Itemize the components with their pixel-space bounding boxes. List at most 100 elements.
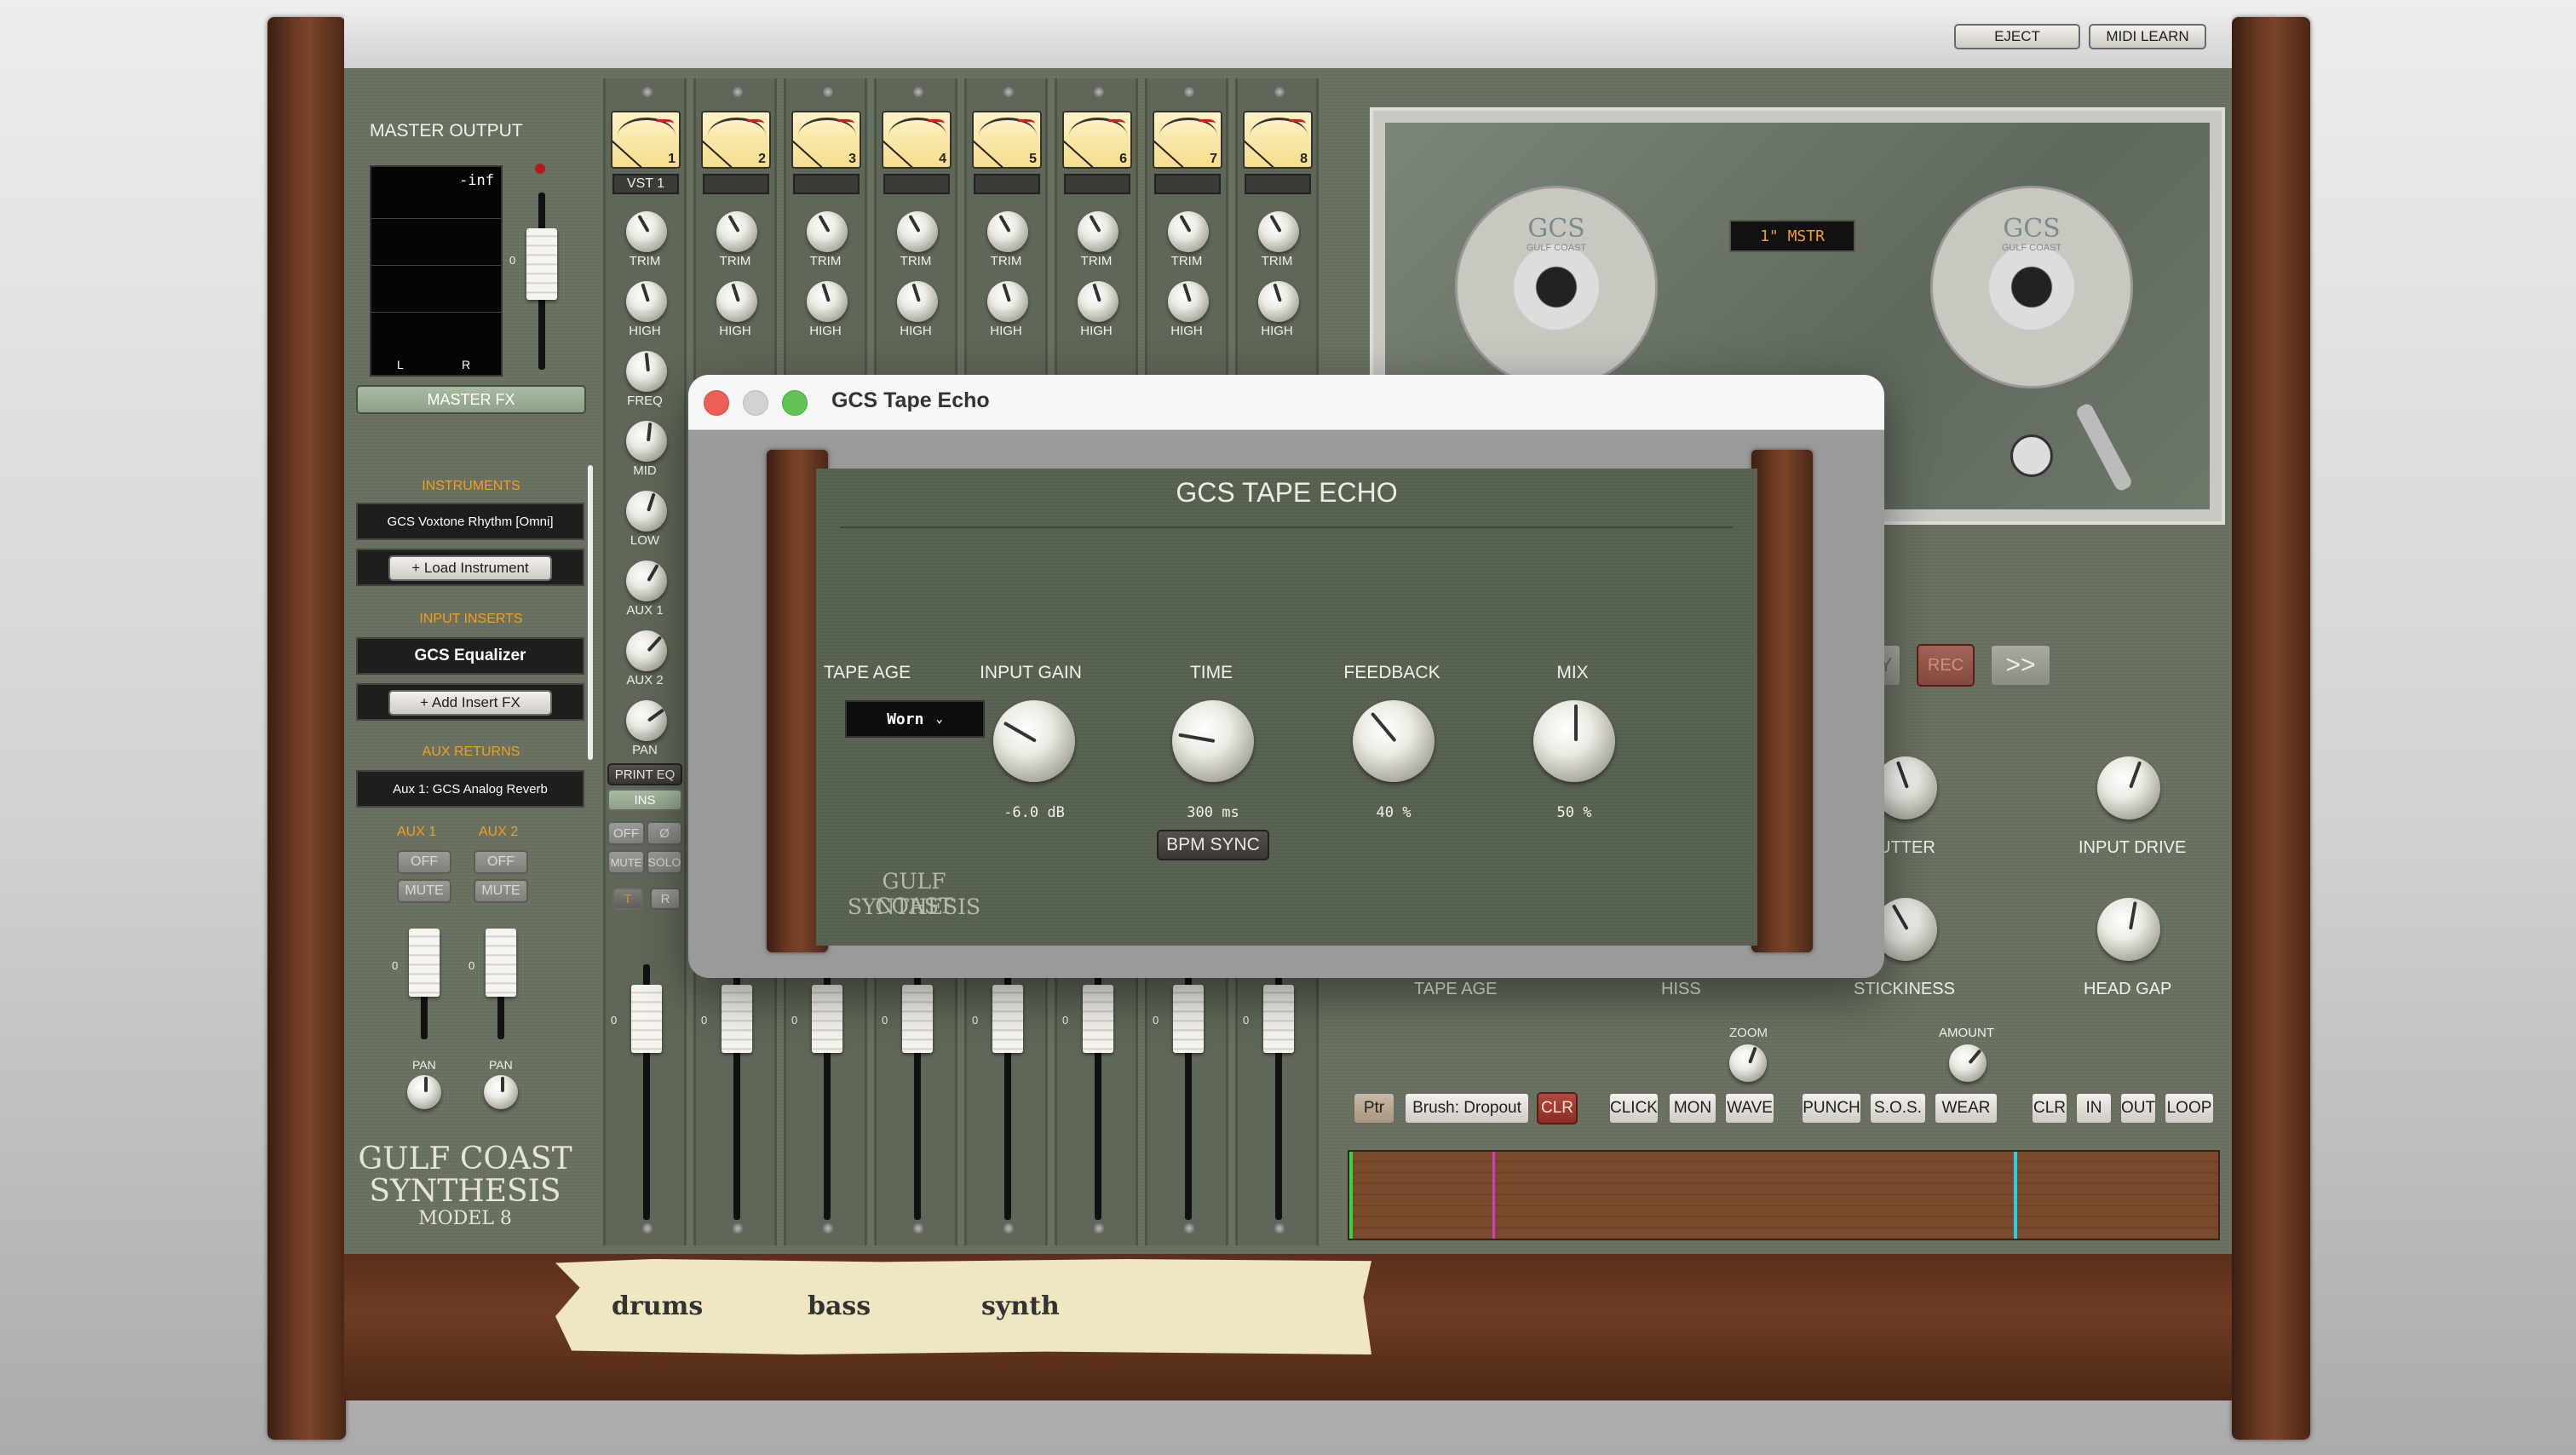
aux2-mute-button[interactable]: MUTE (474, 879, 528, 903)
aux2-knob[interactable] (626, 630, 667, 671)
trim-knob[interactable] (1078, 211, 1118, 252)
channel-name-field[interactable] (703, 174, 769, 194)
bpm-sync-button[interactable]: BPM SYNC (1157, 830, 1269, 860)
solo-button[interactable]: SOLO (647, 850, 682, 874)
amount-knob[interactable] (1949, 1044, 1987, 1082)
aux1-knob[interactable] (626, 561, 667, 601)
channel-fader[interactable] (902, 985, 933, 1053)
load-instrument-button[interactable]: + Load Instrument (388, 555, 552, 581)
channel-name-field[interactable] (1064, 174, 1130, 194)
sos-toggle-button[interactable]: S.O.S. (1869, 1092, 1927, 1124)
tape-age-dropdown[interactable]: Worn ⌄ (845, 700, 985, 738)
high-knob[interactable] (807, 281, 848, 322)
high-knob[interactable] (1078, 281, 1118, 322)
wave-toggle-button[interactable]: WAVE (1724, 1092, 1775, 1124)
pointer-tool-button[interactable]: Ptr (1353, 1092, 1395, 1124)
feedback-knob[interactable] (1353, 700, 1435, 782)
mix-knob[interactable] (1533, 700, 1615, 782)
input-drive-knob[interactable] (2097, 756, 2160, 820)
master-fader[interactable] (526, 228, 557, 300)
midi-learn-button[interactable]: MIDI LEARN (2089, 24, 2206, 49)
high-knob[interactable] (716, 281, 757, 322)
channel-fader[interactable] (1263, 985, 1294, 1053)
mid-knob[interactable] (626, 421, 667, 462)
brush-dropout-tool-button[interactable]: Brush: Dropout (1404, 1092, 1530, 1124)
trim-knob[interactable] (716, 211, 757, 252)
channel-name-field[interactable] (974, 174, 1040, 194)
trim-label: TRIM (1080, 254, 1113, 268)
high-knob[interactable] (626, 281, 667, 322)
insert-slot[interactable]: GCS Equalizer (356, 637, 584, 675)
channel-name-field[interactable]: VST 1 (612, 174, 679, 194)
add-insert-button[interactable]: + Add Insert FX (388, 690, 552, 716)
input-gain-knob[interactable] (993, 700, 1075, 782)
channel-fader[interactable] (631, 985, 662, 1053)
eject-button[interactable]: EJECT (1954, 24, 2080, 49)
trim-knob[interactable] (987, 211, 1028, 252)
high-knob[interactable] (1258, 281, 1299, 322)
clear-loop-button[interactable]: CLR (2031, 1092, 2068, 1124)
aux1-pan-knob[interactable] (407, 1075, 441, 1109)
high-knob[interactable] (897, 281, 938, 322)
wear-toggle-button[interactable]: WEAR (1934, 1092, 1998, 1124)
time-knob[interactable] (1172, 700, 1254, 782)
aux1-off-button[interactable]: OFF (397, 850, 451, 874)
left-reel-sub: GULF COAST (1526, 243, 1587, 253)
aux-return-slot[interactable]: Aux 1: GCS Analog Reverb (356, 770, 584, 808)
high-knob[interactable] (1168, 281, 1209, 322)
r-button[interactable]: R (650, 888, 681, 910)
t-button[interactable]: T (612, 888, 643, 910)
channel-fader[interactable] (812, 985, 842, 1053)
channel-fader[interactable] (1173, 985, 1204, 1053)
low-knob[interactable] (626, 491, 667, 532)
channel-name-field[interactable] (1154, 174, 1221, 194)
trim-knob[interactable] (1258, 211, 1299, 252)
aux1-mute-button[interactable]: MUTE (397, 879, 451, 903)
dialog-titlebar[interactable]: GCS Tape Echo (688, 375, 1884, 430)
channel-fader[interactable] (1083, 985, 1113, 1053)
freq-knob[interactable] (626, 351, 667, 392)
loop-out-button[interactable]: OUT (2119, 1092, 2157, 1124)
mon-toggle-button[interactable]: MON (1668, 1092, 1717, 1124)
channel-name-field[interactable] (883, 174, 950, 194)
aux1-fader[interactable] (409, 929, 440, 997)
screw-icon (1274, 1223, 1285, 1234)
record-button[interactable]: REC (1917, 644, 1975, 687)
timeline-playhead[interactable] (2014, 1152, 2017, 1239)
instrument-slot[interactable]: GCS Voxtone Rhythm [Omni] (356, 503, 584, 540)
phase-button[interactable]: Ø (647, 821, 682, 845)
aux2-pan-knob[interactable] (484, 1075, 518, 1109)
trim-knob[interactable] (807, 211, 848, 252)
left-scrollbar[interactable] (588, 465, 593, 760)
high-knob[interactable] (987, 281, 1028, 322)
close-window-button[interactable] (704, 390, 729, 416)
zoom-knob[interactable] (1729, 1044, 1767, 1082)
minimize-window-button[interactable] (743, 390, 768, 416)
channel-fader[interactable] (992, 985, 1023, 1053)
trim-knob[interactable] (897, 211, 938, 252)
fast-forward-button[interactable]: >> (1990, 644, 2051, 687)
loop-in-button[interactable]: IN (2075, 1092, 2113, 1124)
channel-name-field[interactable] (793, 174, 860, 194)
ins-button[interactable]: INS (607, 789, 682, 811)
screw-icon (1003, 1223, 1014, 1234)
zoom-window-button[interactable] (782, 390, 808, 416)
trim-knob[interactable] (626, 211, 667, 252)
clear-brush-button[interactable]: CLR (1537, 1092, 1578, 1124)
add-insert-slot: + Add Insert FX (356, 683, 584, 721)
print-eq-button[interactable]: PRINT EQ (607, 763, 682, 785)
punch-toggle-button[interactable]: PUNCH (1801, 1092, 1862, 1124)
pan-knob[interactable] (626, 700, 667, 741)
off-button[interactable]: OFF (607, 821, 645, 845)
master-fx-button[interactable]: MASTER FX (356, 385, 586, 414)
aux2-fader[interactable] (486, 929, 516, 997)
tape-timeline[interactable] (1348, 1150, 2220, 1240)
trim-knob[interactable] (1168, 211, 1209, 252)
channel-fader[interactable] (722, 985, 752, 1053)
loop-toggle-button[interactable]: LOOP (2164, 1092, 2215, 1124)
aux2-off-button[interactable]: OFF (474, 850, 528, 874)
mute-button[interactable]: MUTE (607, 850, 645, 874)
click-toggle-button[interactable]: CLICK (1608, 1092, 1659, 1124)
head-gap-knob[interactable] (2097, 898, 2160, 961)
channel-name-field[interactable] (1245, 174, 1311, 194)
